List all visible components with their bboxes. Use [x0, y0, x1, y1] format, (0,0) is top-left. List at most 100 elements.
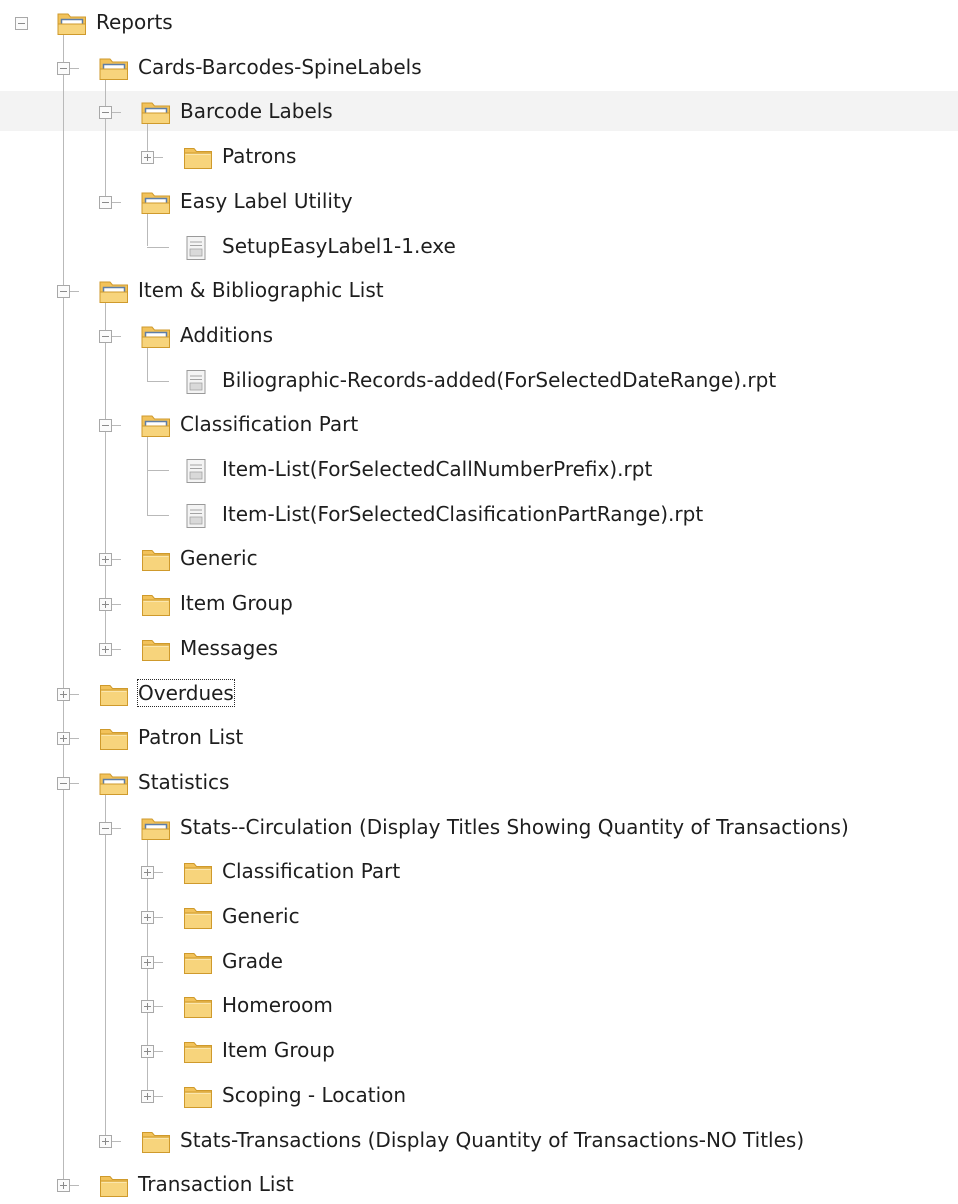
expand-toggle-icon[interactable]: [141, 866, 154, 880]
tree-label-easy-label-utility[interactable]: Easy Label Utility: [180, 188, 353, 214]
folder-icon: [142, 1131, 170, 1153]
tree-branch-line: [70, 738, 79, 740]
tree-label-patron-list[interactable]: Patron List: [138, 724, 243, 750]
collapse-toggle-icon[interactable]: [15, 17, 28, 30]
expand-toggle-icon[interactable]: [99, 1134, 112, 1148]
tree-label-item-list-forselectedcallnumberprefix-rpt[interactable]: Item-List(ForSelectedCallNumberPrefix).r…: [222, 456, 652, 482]
folder-icon: [100, 729, 128, 751]
tree-label-item-and-bibliographic-list[interactable]: Item & Bibliographic List: [138, 277, 384, 303]
collapse-toggle-icon[interactable]: [57, 61, 70, 75]
tree-guide-line: [105, 789, 106, 1141]
tree-label-transaction-list[interactable]: Transaction List: [138, 1171, 294, 1197]
tree-label-classification-part[interactable]: Classification Part: [180, 411, 358, 437]
folder-icon: [142, 595, 170, 617]
collapse-toggle-icon[interactable]: [99, 106, 112, 120]
tree-label-biliographic-records-added-forselecteddaterange-rpt[interactable]: Biliographic-Records-added(ForSelectedDa…: [222, 367, 776, 393]
expand-toggle-icon[interactable]: [141, 1000, 154, 1014]
expand-toggle-icon[interactable]: [141, 151, 154, 165]
tree-label-scoping-location[interactable]: Scoping - Location: [222, 1082, 406, 1108]
folder-icon: [184, 908, 212, 929]
tree-branch-line: [112, 112, 121, 114]
report-file-icon: [186, 369, 206, 394]
tree-label-barcode-labels[interactable]: Barcode Labels: [180, 98, 333, 124]
folder-open-icon: [99, 773, 128, 795]
tree-branch-line: [154, 157, 163, 159]
report-file-icon: [186, 503, 206, 528]
report-tree: Reports Cards-Barcodes-SpineLabels Barcode…: [0, 0, 958, 1201]
tree-label-patrons[interactable]: Patrons: [222, 143, 296, 169]
tree-label-additions[interactable]: Additions: [180, 322, 273, 348]
expand-toggle-icon[interactable]: [57, 732, 70, 746]
expand-toggle-icon[interactable]: [99, 598, 112, 612]
expand-toggle-icon[interactable]: [141, 911, 154, 924]
tree-branch-line: [112, 201, 121, 203]
tree-label-cards-barcodes-spinelabels[interactable]: Cards-Barcodes-SpineLabels: [138, 54, 422, 80]
folder-icon: [184, 1086, 212, 1108]
tree-label-stats-transactions-display-quantity-of-transactions-no-titles[interactable]: Stats-Transactions (Display Quantity of …: [180, 1127, 804, 1153]
tree-label-stats-circulation-display-titles-showing-quantity-of-transactions[interactable]: Stats--Circulation (Display Titles Showi…: [180, 814, 849, 840]
tree-label-item-group[interactable]: Item Group: [180, 590, 293, 616]
folder-icon: [142, 550, 170, 572]
tree-label-overdues[interactable]: Overdues: [137, 678, 235, 707]
report-file-icon: [186, 235, 206, 260]
collapse-toggle-icon[interactable]: [57, 776, 70, 790]
tree-branch-line: [112, 559, 121, 561]
expand-toggle-icon[interactable]: [141, 955, 154, 969]
tree-label-item-group[interactable]: Item Group: [222, 1037, 335, 1063]
folder-icon: [184, 1042, 212, 1064]
tree-label-generic[interactable]: Generic: [222, 903, 300, 929]
collapse-toggle-icon[interactable]: [99, 195, 112, 209]
collapse-toggle-icon[interactable]: [99, 329, 112, 343]
tree-branch-line: [112, 648, 121, 650]
folder-open-icon: [141, 326, 170, 348]
tree-branch-line: [70, 67, 79, 69]
tree-branch-line: [154, 961, 163, 963]
folder-icon: [184, 997, 212, 1019]
tree-branch-line: [70, 1185, 79, 1187]
tree-branch-line: [147, 470, 169, 471]
folder-open-icon: [57, 13, 86, 35]
tree-branch-line: [112, 827, 121, 829]
expand-toggle-icon[interactable]: [57, 687, 70, 701]
folder-icon: [184, 952, 212, 974]
collapse-toggle-icon[interactable]: [57, 285, 70, 299]
tree-label-setupeasylabel1-1-exe[interactable]: SetupEasyLabel1-1.exe: [222, 233, 456, 259]
folder-icon: [142, 639, 170, 661]
tree-branch-line: [70, 693, 79, 695]
collapse-toggle-icon[interactable]: [99, 821, 112, 835]
tree-branch-line: [70, 782, 79, 784]
folder-open-icon: [141, 415, 170, 438]
folder-open-icon: [99, 58, 128, 80]
tree-branch-line: [112, 335, 121, 337]
expand-toggle-icon[interactable]: [57, 1179, 70, 1193]
tree-branch-line: [112, 604, 121, 606]
tree-branch-line: [154, 1006, 163, 1008]
expand-toggle-icon[interactable]: [141, 1089, 154, 1103]
tree-branch-line: [112, 425, 121, 427]
tree-guide-line: [105, 74, 106, 202]
folder-icon: [184, 863, 212, 885]
expand-toggle-icon[interactable]: [99, 642, 112, 656]
tree-label-grade[interactable]: Grade: [222, 948, 283, 974]
tree-row-setup-easy-label[interactable]: [0, 226, 958, 266]
folder-open-icon: [141, 818, 170, 840]
tree-guide-line: [105, 298, 106, 649]
tree-branch-line: [154, 872, 163, 874]
tree-label-item-list-forselectedclasificationpartrange-rpt[interactable]: Item-List(ForSelectedClasificationPartRa…: [222, 501, 703, 527]
tree-branch-line: [154, 1095, 163, 1097]
folder-open-icon: [141, 192, 170, 214]
tree-label-messages[interactable]: Messages: [180, 635, 278, 661]
tree-label-classification-part[interactable]: Classification Part: [222, 858, 400, 884]
tree-label-reports[interactable]: Reports: [96, 9, 173, 35]
tree-guide-line: [147, 432, 148, 515]
tree-branch-line: [147, 246, 169, 248]
folder-icon: [100, 1176, 128, 1198]
folder-open-icon: [99, 281, 128, 304]
tree-label-generic[interactable]: Generic: [180, 545, 258, 571]
tree-label-statistics[interactable]: Statistics: [138, 769, 229, 795]
tree-branch-line: [70, 291, 79, 293]
tree-label-homeroom[interactable]: Homeroom: [222, 992, 333, 1018]
expand-toggle-icon[interactable]: [99, 553, 112, 567]
expand-toggle-icon[interactable]: [141, 1045, 154, 1059]
collapse-toggle-icon[interactable]: [99, 419, 112, 433]
